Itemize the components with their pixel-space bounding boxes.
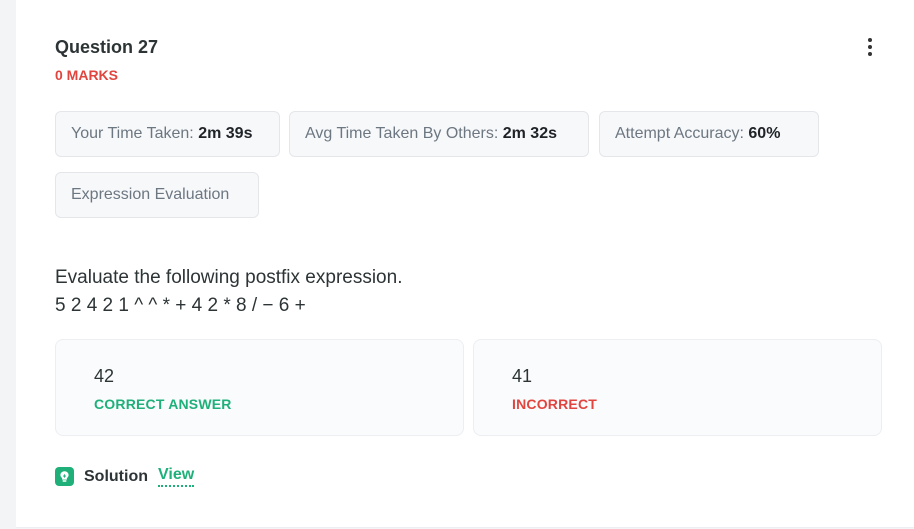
option-value: 42 <box>94 366 115 386</box>
option-value: 41 <box>512 366 533 386</box>
option-status-incorrect: INCORRECT <box>512 396 598 412</box>
question-title: Question 27 <box>55 37 159 57</box>
question-prompt: Evaluate the following postfix expressio… <box>55 267 403 288</box>
solution-label: Solution <box>84 467 148 485</box>
solution-row: Solution View <box>55 466 195 487</box>
lightbulb-icon <box>55 467 74 486</box>
accuracy-chip: Attempt Accuracy: 60% <box>599 111 819 157</box>
option-card-incorrect[interactable]: 41 INCORRECT <box>473 339 882 436</box>
more-options-icon <box>868 38 872 42</box>
your-time-chip: Your Time Taken: 2m 39s <box>55 111 280 157</box>
more-options-button[interactable] <box>862 36 878 58</box>
avg-time-chip: Avg Time Taken By Others: 2m 32s <box>289 111 589 157</box>
accuracy-label: Attempt Accuracy: <box>615 125 744 142</box>
solution-view-link[interactable]: View <box>157 466 195 487</box>
accuracy-value: 60% <box>748 125 781 142</box>
option-status-correct: CORRECT ANSWER <box>94 396 232 412</box>
avg-time-label: Avg Time Taken By Others: <box>305 125 499 142</box>
topic-tag: Expression Evaluation <box>55 172 259 218</box>
avg-time-value: 2m 32s <box>502 125 557 142</box>
your-time-label: Your Time Taken: <box>71 125 194 142</box>
question-card: Question 27 0 MARKS Your Time Taken: 2m … <box>16 0 914 528</box>
question-body: Evaluate the following postfix expressio… <box>55 264 402 320</box>
question-expression: 5 2 4 2 1 ^ ^ * + 4 2 * 8 / − 6 + <box>55 295 306 316</box>
your-time-value: 2m 39s <box>198 125 253 142</box>
question-marks: 0 MARKS <box>55 67 119 83</box>
option-card-correct[interactable]: 42 CORRECT ANSWER <box>55 339 464 436</box>
